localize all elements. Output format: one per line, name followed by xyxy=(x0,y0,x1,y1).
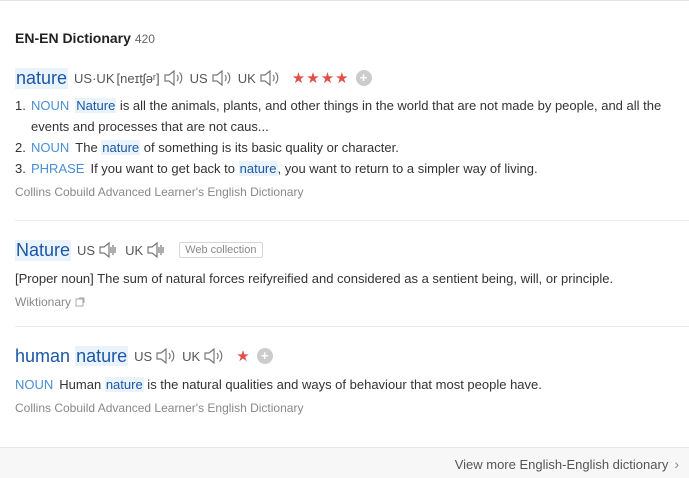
view-more-label: View more English-English dictionary xyxy=(454,456,669,472)
highlighted-word: Nature xyxy=(75,98,117,113)
speaker-icon[interactable] xyxy=(210,69,232,87)
pron-uk-label: UK xyxy=(237,70,256,86)
dictionary-source[interactable]: Collins Cobuild Advanced Learner's Engli… xyxy=(15,401,689,415)
headword[interactable]: human nature xyxy=(15,345,129,367)
pron-uk: UK xyxy=(182,347,224,365)
pron-us-uk: US·UK [neɪtʃəʳ] xyxy=(74,69,184,87)
definition-post: is all the animals, plants, and other th… xyxy=(31,98,662,134)
definition-item: [Proper noun] The sum of natural forces … xyxy=(15,268,689,289)
highlighted-word: nature xyxy=(101,140,141,155)
pron-us-label: US xyxy=(134,348,153,364)
pron-us: US xyxy=(77,241,119,259)
definition-post: of something is its basic quality or cha… xyxy=(140,140,399,155)
chevron-right-icon: › xyxy=(674,456,679,472)
entry-nature-web: Nature US UK Web collection [Proper noun… xyxy=(15,239,689,309)
part-of-speech: NOUN xyxy=(31,98,70,113)
definition-text: NOUN Human nature is the natural qualitie… xyxy=(15,374,689,395)
speaker-icon[interactable] xyxy=(258,69,280,87)
speaker-icon[interactable] xyxy=(145,241,167,259)
pron-uk: UK xyxy=(125,241,167,259)
dictionary-source[interactable]: Wiktionary xyxy=(15,295,689,309)
source-label: Wiktionary xyxy=(15,295,72,309)
definition-post: , you want to return to a simpler way of… xyxy=(277,161,538,176)
pron-uk-label: UK xyxy=(182,348,201,364)
pron-uk-label: UK xyxy=(125,242,144,258)
entry-headrow: human nature US UK ★ + xyxy=(15,345,689,367)
highlighted-word: nature xyxy=(104,377,144,392)
definition-item: 2. NOUN The nature of something is its ba… xyxy=(15,137,689,158)
result-count: 420 xyxy=(134,32,155,46)
definition-list: 1. NOUN Nature is all the animals, plants… xyxy=(15,95,689,179)
part-of-speech: PHRASE xyxy=(31,161,85,176)
part-of-speech: NOUN xyxy=(15,377,54,392)
part-of-speech: NOUN xyxy=(31,140,70,155)
dictionary-header: EN-EN Dictionary 420 xyxy=(15,30,155,46)
headword-highlight: nature xyxy=(75,345,129,366)
pron-uk: UK xyxy=(238,69,280,87)
pron-us-uk-label: US·UK xyxy=(74,70,115,86)
definition-text: PHRASE If you want to get back to nature,… xyxy=(31,158,689,179)
add-wordbook-button[interactable]: + xyxy=(256,348,273,364)
pron-us: US xyxy=(134,347,176,365)
pron-us-label: US xyxy=(189,70,208,86)
external-link-icon[interactable] xyxy=(74,296,86,308)
definition-text: [Proper noun] The sum of natural forces … xyxy=(15,271,614,286)
speaker-icon[interactable] xyxy=(97,241,119,259)
speaker-icon[interactable] xyxy=(162,69,184,87)
top-divider xyxy=(0,0,689,1)
definition-item: 1. NOUN Nature is all the animals, plants… xyxy=(15,95,689,137)
pron-us: US xyxy=(190,69,232,87)
definition-number: 2. xyxy=(15,140,26,155)
star-rating: ★★★★ xyxy=(291,70,350,87)
definition-pre: Human xyxy=(59,377,105,392)
headword[interactable]: Nature xyxy=(15,239,72,261)
entry-human-nature: human nature US UK ★ + NOUN Human nature … xyxy=(15,345,689,415)
definition-number: 3. xyxy=(15,161,26,176)
star-rating: ★ xyxy=(236,348,251,365)
web-collection-tag: Web collection xyxy=(179,242,263,258)
headword[interactable]: nature xyxy=(15,67,69,89)
entry-nature: nature US·UK [neɪtʃəʳ] US UK ★★★★ + 1. N… xyxy=(15,67,689,199)
definition-text: NOUN Nature is all the animals, plants, a… xyxy=(31,95,689,137)
view-more-link[interactable]: View more English-English dictionary › xyxy=(455,456,679,472)
entry-divider xyxy=(15,326,689,327)
definition-item: NOUN Human nature is the natural qualitie… xyxy=(15,374,689,395)
definition-pre: The xyxy=(75,140,102,155)
footer-bar: View more English-English dictionary › xyxy=(0,447,689,478)
entry-headrow: nature US·UK [neɪtʃəʳ] US UK ★★★★ + xyxy=(15,67,689,89)
dictionary-source[interactable]: Collins Cobuild Advanced Learner's Engli… xyxy=(15,185,689,199)
speaker-icon[interactable] xyxy=(202,347,224,365)
definition-pre: If you want to get back to xyxy=(90,161,239,176)
speaker-icon[interactable] xyxy=(154,347,176,365)
entry-divider xyxy=(15,220,689,221)
definition-number: 1. xyxy=(15,98,26,113)
dictionary-title: EN-EN Dictionary xyxy=(15,30,131,46)
add-wordbook-button[interactable]: + xyxy=(355,70,372,86)
definition-post: is the natural qualities and ways of beh… xyxy=(143,377,542,392)
definition-item: 3. PHRASE If you want to get back to natu… xyxy=(15,158,689,179)
ipa-text: [neɪtʃəʳ] xyxy=(116,70,160,86)
highlighted-word: nature xyxy=(238,161,278,176)
headword-pre: human xyxy=(15,345,71,366)
definition-text: NOUN The nature of something is its basic… xyxy=(31,137,689,158)
pron-us-label: US xyxy=(77,242,96,258)
entry-headrow: Nature US UK Web collection xyxy=(15,239,689,261)
